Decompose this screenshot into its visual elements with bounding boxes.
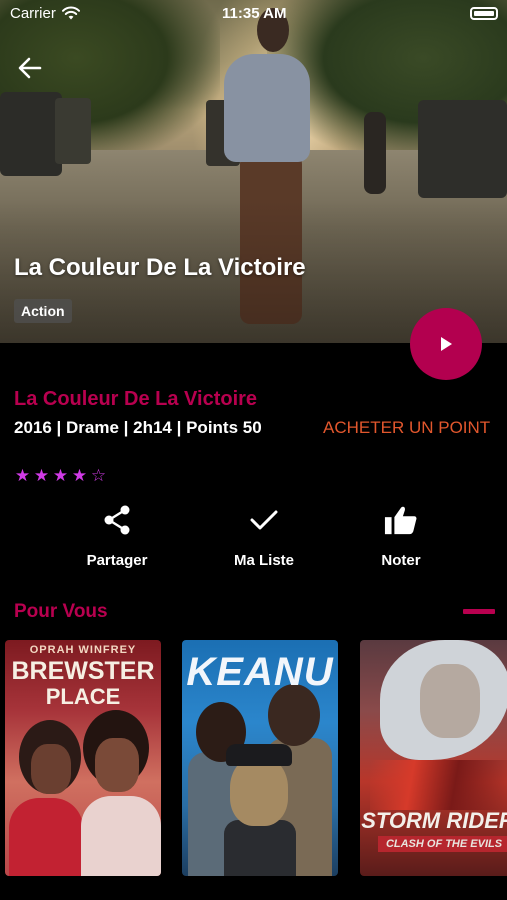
- poster-swords: [370, 760, 507, 810]
- star-icon: ★: [33, 466, 50, 485]
- star-icon: ★: [52, 466, 69, 485]
- thumbs-up-icon: [384, 506, 417, 535]
- recommendation-row: OPRAH WINFREY BREWSTER PLACE KEANU STORM…: [5, 640, 507, 878]
- hero-truck: [418, 100, 507, 198]
- poster-title: PLACE: [45, 684, 121, 709]
- battery-icon: [470, 7, 498, 20]
- hero-vintage-car: [0, 92, 62, 176]
- my-list-label: Ma Liste: [233, 552, 294, 569]
- poster-keanu[interactable]: KEANU: [182, 640, 338, 876]
- section-title-for-you: Pour Vous: [14, 601, 108, 622]
- play-button[interactable]: [410, 308, 482, 380]
- hero-runner-torso: [224, 54, 310, 162]
- hero-title: La Couleur De La Victoire: [14, 254, 306, 281]
- arrow-left-icon: [18, 57, 42, 79]
- poster-cat: [230, 756, 288, 826]
- action-row: Partager Ma Liste Noter: [0, 500, 507, 580]
- poster-figure: [95, 738, 139, 792]
- poster-figure: [31, 744, 71, 794]
- poster-title: STORM RIDER: [361, 808, 507, 833]
- status-bar: Carrier 11:35 AM: [0, 0, 507, 28]
- rate-label: Noter: [381, 552, 421, 569]
- rate-button[interactable]: Noter: [341, 500, 461, 569]
- hero-banner: La Couleur De La Victoire Action: [0, 0, 507, 343]
- star-icon: ★: [14, 466, 31, 485]
- section-indicator-bar: [463, 609, 495, 614]
- share-icon: [104, 505, 130, 535]
- wifi-icon: [62, 6, 80, 20]
- poster-figure: [9, 798, 83, 876]
- checkmark-icon: [250, 510, 278, 530]
- movie-title: La Couleur De La Victoire: [14, 388, 258, 410]
- hero-background-person: [364, 112, 386, 194]
- status-time: 11:35 AM: [222, 5, 287, 22]
- poster-title: KEANU: [186, 650, 334, 694]
- share-label: Partager: [86, 552, 148, 569]
- poster-brewster-place[interactable]: OPRAH WINFREY BREWSTER PLACE: [5, 640, 161, 876]
- poster-figure: [81, 796, 161, 876]
- play-icon: [441, 337, 452, 351]
- genre-tag: Action: [14, 299, 72, 323]
- my-list-button[interactable]: Ma Liste: [204, 500, 324, 569]
- poster-title: BREWSTER: [11, 657, 155, 685]
- rating-stars: ★ ★ ★ ★ ☆: [14, 466, 107, 486]
- poster-hat: [226, 744, 292, 766]
- poster-figure: [420, 664, 480, 738]
- star-icon: ★: [71, 466, 88, 485]
- poster-figure: [224, 820, 296, 876]
- poster-top-line: OPRAH WINFREY: [29, 644, 137, 656]
- share-button[interactable]: Partager: [57, 500, 177, 569]
- poster-storm-rider[interactable]: STORM RIDER CLASH OF THE EVILS: [360, 640, 507, 876]
- poster-subtitle: CLASH OF THE EVILS: [378, 836, 507, 852]
- back-button[interactable]: [14, 52, 46, 84]
- star-empty-icon: ☆: [90, 466, 107, 485]
- carrier-label: Carrier: [10, 5, 56, 22]
- buy-points-link[interactable]: ACHETER UN POINT: [323, 418, 490, 438]
- movie-meta: 2016 | Drame | 2h14 | Points 50: [14, 418, 262, 437]
- hero-vintage-car-2: [55, 98, 91, 164]
